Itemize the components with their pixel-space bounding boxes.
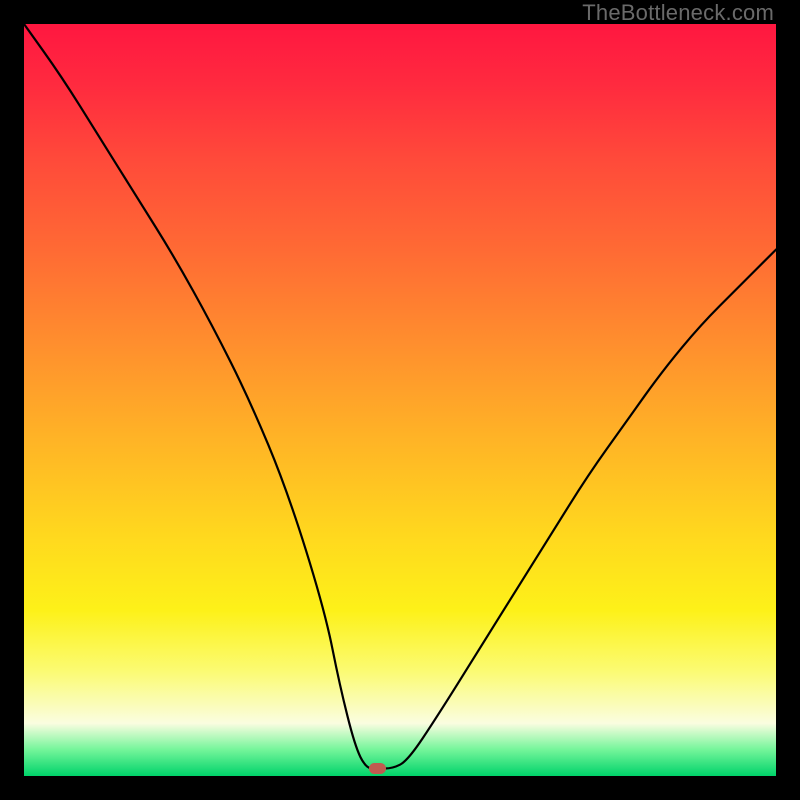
plot-area: [24, 24, 776, 776]
curve-layer: [24, 24, 776, 776]
curve-minimum-marker: [369, 763, 386, 774]
chart-frame: TheBottleneck.com: [0, 0, 800, 800]
bottleneck-curve-path: [24, 24, 776, 769]
watermark-text: TheBottleneck.com: [582, 0, 774, 26]
